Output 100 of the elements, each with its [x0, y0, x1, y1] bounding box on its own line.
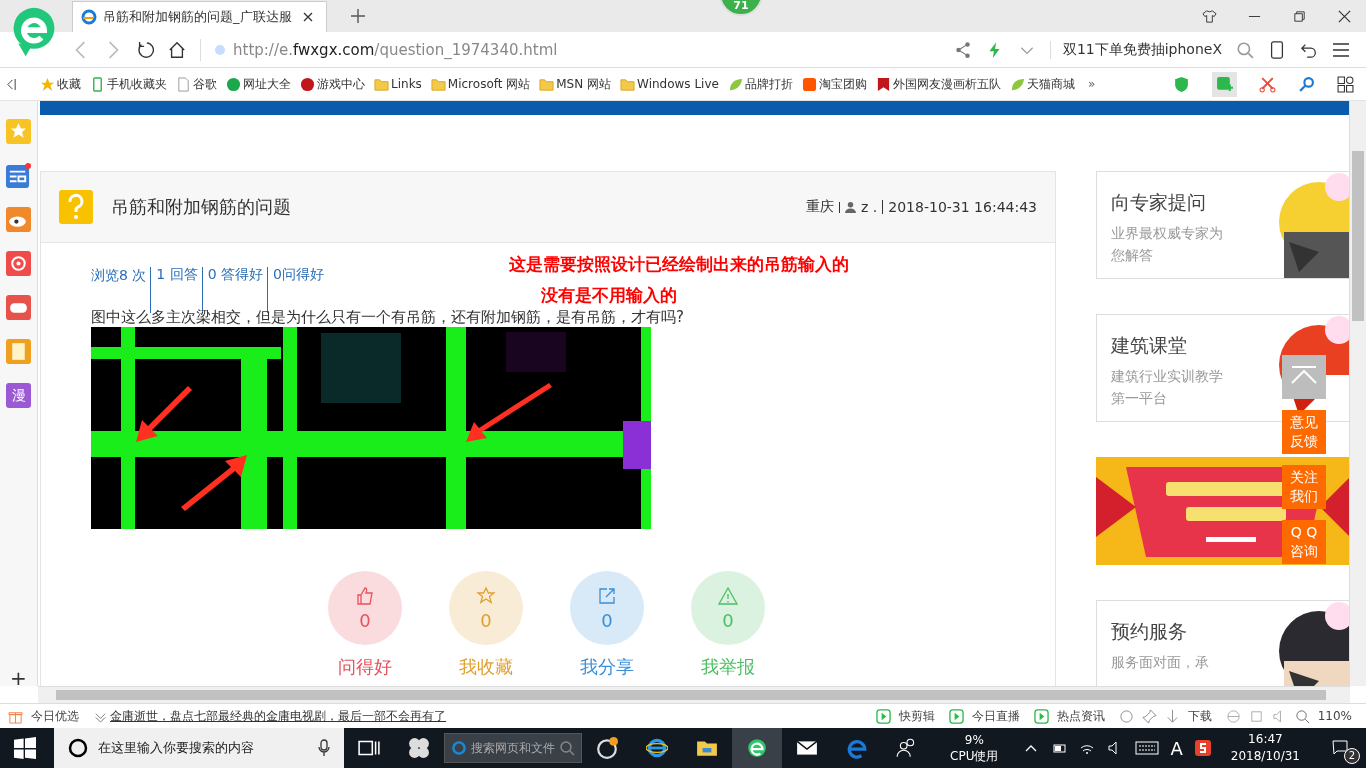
annotation-text: 这是需要按照设计已经绘制出来的吊筋输入的	[509, 253, 849, 276]
bookmark-item[interactable]: MSN 网站	[539, 75, 612, 93]
post-date: 2018-10-31 16:44:43	[882, 200, 1037, 214]
card-subtitle: 建筑行业实训教学第一平台	[1111, 367, 1224, 408]
zoom-level[interactable]: 110%	[1317, 709, 1352, 723]
action-label: 问得好	[338, 655, 392, 679]
folder-icon	[620, 76, 636, 92]
browser-tab[interactable]: 吊筋和附加钢筋的问题_广联达服	[72, 1, 327, 32]
card-title: 预约服务	[1111, 619, 1188, 644]
thumbs-up-icon	[355, 585, 375, 606]
status-icon[interactable]	[875, 708, 891, 724]
bookmark-item[interactable]: Links	[374, 76, 422, 92]
status-link[interactable]: 今日优选	[31, 707, 79, 725]
bookmark-item[interactable]: Microsoft 网站	[430, 75, 531, 93]
close-icon[interactable]	[302, 12, 313, 22]
bookmark-item[interactable]: 游戏中心	[300, 75, 365, 93]
card-title: 建筑课堂	[1111, 333, 1188, 358]
folder-icon	[539, 76, 555, 92]
cortana-icon	[68, 738, 88, 758]
cpu-label: CPU使用	[950, 748, 999, 764]
bookmark-item[interactable]: Windows Live	[620, 76, 719, 92]
card-title: 向专家提问	[1111, 190, 1207, 215]
tablet-icon[interactable]	[1268, 40, 1286, 59]
share-icon	[597, 585, 617, 606]
shirt-icon[interactable]	[1202, 9, 1217, 24]
star-icon	[476, 585, 496, 606]
clock-time[interactable]: 16:47	[1248, 731, 1283, 748]
user-name[interactable]: z .	[861, 199, 878, 215]
internet-explorer-icon	[451, 740, 468, 756]
scissors-icon[interactable]	[1259, 75, 1276, 93]
close-icon[interactable]	[1337, 9, 1352, 24]
news-link[interactable]: 金庸逝世，盘点七部最经典的金庸电视剧，最后一部不会再有了	[110, 707, 446, 725]
status-link[interactable]: 快剪辑	[898, 707, 935, 725]
status-link[interactable]: 下载	[1187, 707, 1212, 725]
scrollbar-thumb[interactable]	[1352, 151, 1364, 321]
news-icon[interactable]	[6, 163, 31, 188]
bookmark-item[interactable]: 品牌打折	[727, 75, 793, 93]
ie-icon[interactable]	[1225, 708, 1241, 724]
card-subtitle: 业界最权威专家为您解答	[1111, 224, 1224, 265]
annotation-text: 没有是不用输入的	[540, 284, 678, 307]
cpu-usage: 9%	[964, 732, 984, 748]
bookmark-item[interactable]: 手机收藏夹	[90, 75, 167, 93]
apps-icon[interactable]	[1337, 75, 1354, 93]
action-label: 我收藏	[459, 655, 513, 679]
bookmark-item[interactable]: 谷歌	[176, 75, 217, 93]
restore-icon[interactable]	[1292, 9, 1307, 24]
phone-icon	[90, 76, 105, 92]
search-icon[interactable]	[1298, 75, 1315, 93]
action-label: 我分享	[580, 655, 634, 679]
weibo-icon[interactable]	[6, 207, 31, 232]
action-label: 我举报	[701, 655, 755, 679]
microphone-icon[interactable]	[318, 739, 331, 757]
user-icon	[839, 201, 857, 213]
comic-button[interactable]: 漫	[6, 383, 31, 408]
taskbar-search-field[interactable]: 在这里输入你要搜索的内容	[54, 728, 345, 768]
at-sign-icon[interactable]	[6, 251, 31, 276]
status-link[interactable]: 热点资讯	[1056, 707, 1105, 725]
question-mark-icon	[59, 190, 93, 224]
leaf-icon	[1009, 76, 1025, 92]
search-icon[interactable]	[559, 740, 576, 756]
promo-card[interactable]: 向专家提问 业界最权威专家为您解答	[1096, 171, 1349, 279]
folder-icon	[430, 76, 446, 92]
clock-date[interactable]: 2018/10/31	[1230, 748, 1300, 765]
status-link[interactable]: 今日直播	[971, 707, 1020, 725]
input-method-button[interactable]: A	[1164, 737, 1189, 759]
status-icon[interactable]	[1033, 708, 1049, 724]
bookmark-item[interactable]: 天猫商城	[1009, 75, 1075, 93]
question-title: 吊筋和附加钢筋的问题	[111, 195, 291, 219]
address-field[interactable]: http://e.fwxgx.com/question_1974340.html	[200, 38, 940, 61]
leaf-icon	[727, 76, 743, 92]
browser-app-icon[interactable]	[732, 728, 783, 768]
folder-icon	[374, 76, 389, 92]
location-text: 重庆	[806, 198, 835, 216]
bookmark-item[interactable]: 收藏	[40, 75, 81, 93]
bookmark-item[interactable]: 外国网友漫画析五队	[875, 75, 1001, 93]
bookmark-item[interactable]: 网址大全	[226, 75, 291, 93]
flag-icon	[875, 76, 891, 92]
pin-icon[interactable]	[1141, 708, 1157, 724]
bookmark-item[interactable]: 淘宝团购	[801, 75, 867, 93]
notification-count: 2	[1344, 747, 1360, 764]
star-icon	[40, 76, 55, 92]
more-bookmarks-button[interactable]: »	[1087, 77, 1096, 91]
page-icon	[176, 76, 191, 92]
search-field[interactable]: 双11下单免费抽iphoneX	[1049, 40, 1222, 59]
scrollbar-thumb[interactable]	[56, 690, 1326, 700]
status-icon[interactable]	[948, 708, 964, 724]
shield-icon[interactable]	[1173, 75, 1190, 93]
new-tab-icon[interactable]	[350, 9, 365, 23]
warning-icon	[718, 585, 738, 606]
add-button[interactable]: +	[10, 668, 27, 688]
card-subtitle: 服务面对面，承	[1111, 653, 1210, 672]
translate-icon[interactable]	[1212, 71, 1237, 97]
search-icon[interactable]	[1236, 40, 1254, 59]
home-icon[interactable]	[168, 40, 186, 59]
share-icon[interactable]	[953, 40, 972, 59]
shop-icon	[801, 76, 817, 92]
collapse-icon[interactable]	[6, 77, 17, 91]
zoom-icon[interactable]	[1294, 708, 1310, 724]
menu-icon[interactable]	[1332, 40, 1350, 59]
web-search-field[interactable]: 搜索网页和文件	[444, 733, 583, 763]
